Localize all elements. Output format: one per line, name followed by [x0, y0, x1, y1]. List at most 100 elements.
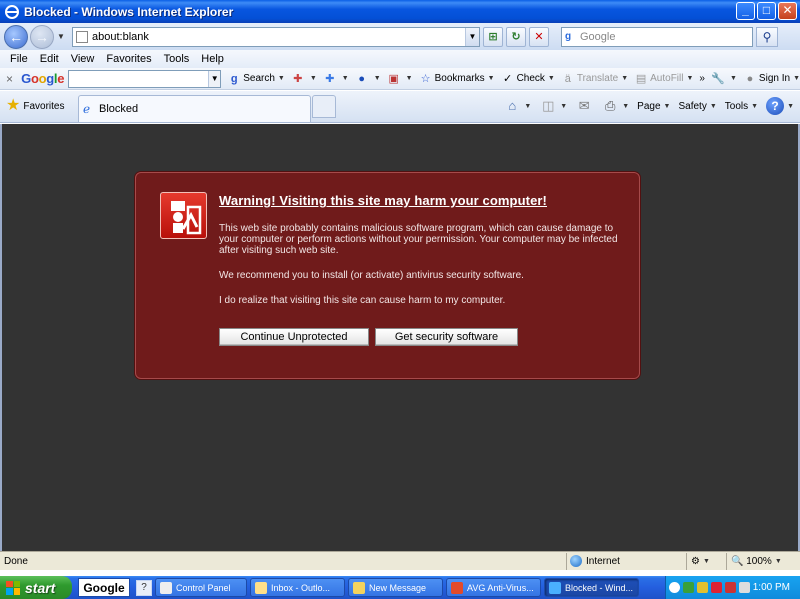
- page-menu[interactable]: Page ▼: [637, 101, 670, 112]
- popup-blocker-button[interactable]: ▣ ▼: [387, 72, 412, 86]
- tray-avg-icon[interactable]: [725, 582, 736, 593]
- plus-icon: ✚: [325, 72, 335, 85]
- task-label: Blocked - Wind...: [565, 582, 634, 593]
- autofill-label: AutoFill: [650, 73, 684, 84]
- autofill-icon: ▤: [635, 72, 647, 85]
- new-tab-button[interactable]: [312, 95, 336, 118]
- system-tray: 1:00 PM: [665, 576, 800, 599]
- tab-label: Blocked: [99, 103, 139, 115]
- tab-blocked[interactable]: ℯ Blocked: [78, 95, 311, 122]
- favorites-button[interactable]: ★ Favorites: [6, 98, 64, 114]
- task-control-panel[interactable]: Control Panel: [155, 578, 247, 597]
- favorites-bar: ★ Favorites ℯ Blocked ⌂ ▼ ◫ ▼ ✉ ⎙ ▼ Page ▼ Saf…: [0, 91, 800, 123]
- continue-unprotected-button[interactable]: Continue Unprotected: [219, 328, 369, 346]
- wrench-icon: 🔧: [711, 72, 725, 85]
- control-panel-icon: [160, 581, 172, 594]
- menu-view[interactable]: View: [65, 53, 101, 65]
- tray-shield-icon[interactable]: [697, 582, 708, 593]
- help-icon: ?: [766, 97, 785, 115]
- warning-recommendation: We recommend you to install (or activate…: [219, 270, 524, 281]
- compatibility-view-icon[interactable]: ⊞: [483, 26, 503, 47]
- tray-arrow-icon[interactable]: [669, 582, 680, 593]
- pagerank-button[interactable]: ● ▼: [355, 72, 380, 86]
- outlook-icon: [255, 581, 267, 594]
- google-search-field[interactable]: ▼: [68, 69, 222, 88]
- address-dropdown[interactable]: ▼: [465, 27, 479, 46]
- maximize-button[interactable]: □: [757, 2, 776, 20]
- task-avg[interactable]: AVG Anti-Virus...: [446, 578, 541, 597]
- warning-title: Warning! Visiting this site may harm you…: [219, 193, 547, 208]
- task-label: Control Panel: [176, 582, 231, 593]
- address-row: ← → ▼ about:blank ▼ ⊞ ↻ ✕ g Google ⚲: [0, 23, 800, 50]
- taskbar: start Google ? Control Panel Inbox - Out…: [0, 576, 800, 599]
- get-security-software-button[interactable]: Get security software: [375, 328, 518, 346]
- malware-warning-icon: [160, 192, 207, 239]
- start-button[interactable]: start: [0, 576, 72, 599]
- more-buttons[interactable]: »: [699, 73, 705, 84]
- print-button[interactable]: ⎙ ▼: [601, 98, 629, 114]
- translate-icon: ä: [564, 72, 571, 85]
- tray-security-icon[interactable]: [711, 582, 722, 593]
- tray-volume-icon[interactable]: [739, 582, 750, 593]
- mail-icon: ✉: [578, 98, 590, 113]
- window-title: Blocked - Windows Internet Explorer: [24, 4, 234, 19]
- page-icon: [76, 30, 88, 43]
- bookmarks-button[interactable]: ☆ Bookmarks ▼: [419, 72, 495, 86]
- zoom-level: 100%: [746, 555, 772, 567]
- menu-tools[interactable]: Tools: [158, 53, 196, 65]
- translate-button[interactable]: ä Translate ▼: [561, 72, 628, 86]
- feeds-button[interactable]: ◫ ▼: [539, 98, 567, 114]
- stop-button[interactable]: ✕: [529, 26, 549, 47]
- address-input[interactable]: about:blank ▼: [72, 26, 480, 47]
- google-search-dropdown[interactable]: ▼: [208, 70, 221, 87]
- share-button[interactable]: ✚ ▼: [291, 72, 317, 86]
- share-icon: ✚: [293, 72, 303, 85]
- search-button[interactable]: ⚲: [756, 26, 778, 47]
- wrench-button[interactable]: 🔧 ▼: [711, 72, 737, 86]
- back-button[interactable]: ←: [4, 24, 28, 49]
- zoom-button[interactable]: 🔍 100% ▼: [726, 552, 800, 570]
- title-bar: Blocked - Windows Internet Explorer _ □ …: [0, 0, 800, 23]
- minimize-button[interactable]: _: [736, 2, 755, 20]
- printer-icon: ⎙: [605, 98, 616, 113]
- warning-panel: Warning! Visiting this site may harm you…: [135, 172, 640, 379]
- search-label: Search: [243, 73, 275, 84]
- recent-pages-dropdown[interactable]: ▼: [56, 32, 66, 41]
- mail-button[interactable]: ✉: [575, 98, 593, 114]
- pagerank-icon: ●: [358, 72, 366, 85]
- refresh-button[interactable]: ↻: [506, 26, 526, 47]
- safety-menu[interactable]: Safety ▼: [678, 101, 716, 112]
- tray-network-icon[interactable]: [683, 582, 694, 593]
- close-button[interactable]: ✕: [778, 2, 797, 20]
- google-deskbar[interactable]: Google: [78, 578, 130, 597]
- menu-edit[interactable]: Edit: [34, 53, 65, 65]
- check-button[interactable]: ✓ Check ▼: [501, 72, 555, 86]
- task-new-message[interactable]: New Message: [348, 578, 443, 597]
- zone-label: Internet: [586, 555, 620, 567]
- tools-menu[interactable]: Tools ▼: [725, 101, 758, 112]
- help-button[interactable]: ? ▼: [766, 97, 794, 115]
- signin-button[interactable]: ● Sign In ▼: [743, 72, 800, 86]
- task-label: AVG Anti-Virus...: [467, 582, 534, 593]
- home-button[interactable]: ⌂ ▼: [503, 98, 531, 114]
- task-inbox[interactable]: Inbox - Outlo...: [250, 578, 345, 597]
- spellcheck-icon: ✓: [502, 72, 513, 85]
- page-label: Page: [637, 100, 661, 112]
- autofill-button[interactable]: ▤ AutoFill ▼: [634, 72, 694, 86]
- security-zone[interactable]: Internet: [566, 552, 686, 570]
- protected-mode-button[interactable]: ⚙ ▼: [686, 552, 726, 570]
- google-search-button[interactable]: g Search ▼: [227, 72, 285, 86]
- ie-task-icon: [549, 581, 561, 594]
- forward-button[interactable]: →: [30, 24, 54, 49]
- menu-favorites[interactable]: Favorites: [100, 53, 157, 65]
- bookmarks-label: Bookmarks: [434, 73, 485, 84]
- close-toolbar-icon[interactable]: ×: [4, 72, 15, 86]
- menu-file[interactable]: File: [4, 53, 34, 65]
- menu-help[interactable]: Help: [195, 53, 230, 65]
- task-blocked[interactable]: Blocked - Wind...: [544, 578, 639, 597]
- address-url[interactable]: about:blank: [92, 31, 465, 43]
- search-input[interactable]: g Google: [561, 26, 753, 47]
- translate-label: Translate: [576, 73, 619, 84]
- plus-button[interactable]: ✚ ▼: [323, 72, 349, 86]
- deskbar-help-icon[interactable]: ?: [136, 579, 152, 596]
